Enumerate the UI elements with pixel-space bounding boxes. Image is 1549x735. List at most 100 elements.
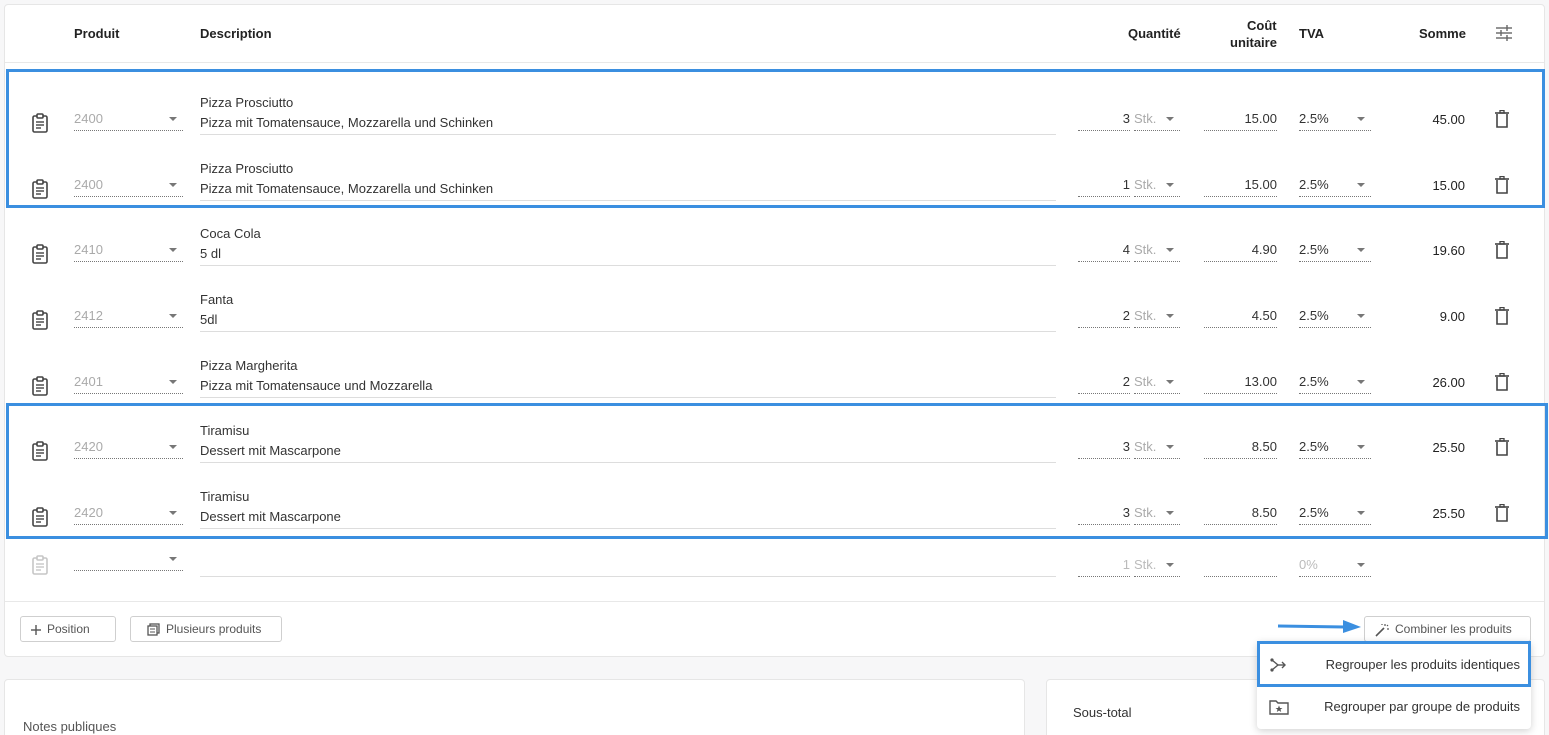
chevron-down-icon (1166, 183, 1174, 187)
description-input[interactable]: Dessert mit Mascarpone (200, 507, 1056, 529)
unit-select[interactable]: Stk. (1134, 437, 1180, 459)
table-row: 2400 Pizza Prosciutto Pizza mit Tomatensau… (5, 141, 1544, 207)
unit-price-input[interactable]: 15.00 (1204, 109, 1277, 131)
table-row: 2412 Fanta 5dl 2 Stk. 4.50 2.5% 9.00 (5, 272, 1544, 338)
merge-icon (1270, 658, 1286, 672)
description-input[interactable]: 5dl (200, 310, 1056, 332)
add-position-button[interactable]: Position (20, 616, 116, 642)
positions-card: Produit Description Quantité Coût unitai… (4, 4, 1545, 657)
product-select[interactable]: 2420 (74, 503, 183, 525)
vat-label: 2.5% (1299, 177, 1329, 192)
product-code: 2400 (74, 111, 103, 126)
clipboard-icon[interactable] (31, 555, 51, 575)
menu-item-group-identical[interactable]: Regrouper les produits identiques (1257, 643, 1531, 685)
clipboard-icon[interactable] (31, 244, 51, 264)
subtotal-label: Sous-total (1073, 705, 1132, 720)
unit-select[interactable]: Stk. (1134, 240, 1180, 262)
quantity-input[interactable]: 4 (1078, 240, 1130, 262)
add-position-label: Position (47, 622, 90, 636)
description-input[interactable]: Pizza mit Tomatensauce und Mozzarella (200, 376, 1056, 398)
vat-select[interactable]: 2.5% (1299, 503, 1371, 525)
unit-price-input[interactable]: 15.00 (1204, 175, 1277, 197)
footer-divider (5, 601, 1544, 602)
column-settings-icon[interactable] (1495, 24, 1513, 45)
chevron-down-icon (1166, 511, 1174, 515)
table-row: 2410 Coca Cola 5 dl 4 Stk. 4.90 2.5% 19.60 (5, 206, 1544, 272)
row-sum: 25.50 (1432, 506, 1465, 521)
unit-select[interactable]: Stk. (1134, 109, 1180, 131)
table-row: 2420 Tiramisu Dessert mit Mascarpone 3 Stk. 8… (5, 469, 1544, 535)
clipboard-icon[interactable] (31, 179, 51, 199)
combine-products-button[interactable]: Combiner les produits (1364, 616, 1531, 642)
trash-icon[interactable] (1495, 372, 1511, 393)
vat-select[interactable]: 2.5% (1299, 175, 1371, 197)
header-sum: Somme (1419, 26, 1466, 41)
product-code: 2400 (74, 177, 103, 192)
description-input[interactable]: Dessert mit Mascarpone (200, 441, 1056, 463)
quantity-input[interactable]: 2 (1078, 372, 1130, 394)
unit-label: Stk. (1134, 177, 1157, 192)
chevron-down-icon (169, 248, 177, 252)
multiple-products-button[interactable]: Plusieurs produits (130, 616, 282, 642)
product-select[interactable]: 2412 (74, 306, 183, 328)
vat-select[interactable]: 2.5% (1299, 306, 1371, 328)
product-select[interactable]: 2420 (74, 437, 183, 459)
unit-select[interactable]: Stk. (1134, 503, 1180, 525)
trash-icon[interactable] (1495, 306, 1511, 327)
clipboard-icon[interactable] (31, 310, 51, 330)
clipboard-icon[interactable] (31, 441, 51, 461)
unit-label: Stk. (1134, 557, 1157, 572)
menu-item-group-by-product-group[interactable]: Regrouper par groupe de produits (1257, 685, 1531, 727)
unit-price-input[interactable]: 13.00 (1204, 372, 1277, 394)
unit-select[interactable]: Stk. (1134, 175, 1180, 197)
vat-select[interactable]: 0% (1299, 555, 1371, 577)
unit-select[interactable]: Stk. (1134, 372, 1180, 394)
clipboard-icon[interactable] (31, 507, 51, 527)
vat-select[interactable]: 2.5% (1299, 372, 1371, 394)
quantity-input[interactable]: 3 (1078, 437, 1130, 459)
description-input[interactable]: Pizza mit Tomatensauce, Mozzarella und S… (200, 179, 1056, 201)
clipboard-icon[interactable] (31, 113, 51, 133)
header-unit-cost-2: unitaire (1230, 35, 1277, 50)
unit-price-input[interactable]: 8.50 (1204, 503, 1277, 525)
quantity-input[interactable]: 3 (1078, 109, 1130, 131)
product-select[interactable]: 2401 (74, 372, 183, 394)
unit-label: Stk. (1134, 374, 1157, 389)
trash-icon[interactable] (1495, 175, 1511, 196)
table-row: 2401 Pizza Margherita Pizza mit Tomatensau… (5, 338, 1544, 404)
clipboard-icon[interactable] (31, 376, 51, 396)
description-input[interactable] (200, 559, 1056, 577)
trash-icon[interactable] (1495, 437, 1511, 458)
unit-price-input[interactable]: 4.50 (1204, 306, 1277, 328)
vat-select[interactable]: 2.5% (1299, 240, 1371, 262)
vat-select[interactable]: 2.5% (1299, 437, 1371, 459)
quantity-input[interactable]: 1 (1078, 555, 1130, 577)
unit-price-input[interactable]: 4.90 (1204, 240, 1277, 262)
product-select[interactable] (74, 549, 183, 571)
vat-label: 0% (1299, 557, 1318, 572)
chevron-down-icon (1357, 511, 1365, 515)
table-row: 2400 Pizza Prosciutto Pizza mit Tomatensau… (5, 75, 1544, 141)
product-select[interactable]: 2400 (74, 109, 183, 131)
quantity-input[interactable]: 2 (1078, 306, 1130, 328)
notes-card: Notes publiques (4, 679, 1025, 735)
product-code: 2420 (74, 439, 103, 454)
quantity-input[interactable]: 1 (1078, 175, 1130, 197)
unit-select[interactable]: Stk. (1134, 555, 1180, 577)
product-select[interactable]: 2400 (74, 175, 183, 197)
product-code: 2410 (74, 242, 103, 257)
trash-icon[interactable] (1495, 240, 1511, 261)
description-input[interactable]: Pizza mit Tomatensauce, Mozzarella und S… (200, 113, 1056, 135)
product-select[interactable]: 2410 (74, 240, 183, 262)
quantity-input[interactable]: 3 (1078, 503, 1130, 525)
unit-price-input[interactable] (1204, 555, 1277, 577)
vat-select[interactable]: 2.5% (1299, 109, 1371, 131)
row-sum: 9.00 (1439, 309, 1465, 324)
unit-select[interactable]: Stk. (1134, 306, 1180, 328)
trash-icon[interactable] (1495, 503, 1511, 524)
arrow-annotation (1277, 620, 1361, 633)
trash-icon[interactable] (1495, 109, 1511, 130)
unit-price-input[interactable]: 8.50 (1204, 437, 1277, 459)
magic-wand-icon (1375, 623, 1389, 637)
description-input[interactable]: 5 dl (200, 244, 1056, 266)
